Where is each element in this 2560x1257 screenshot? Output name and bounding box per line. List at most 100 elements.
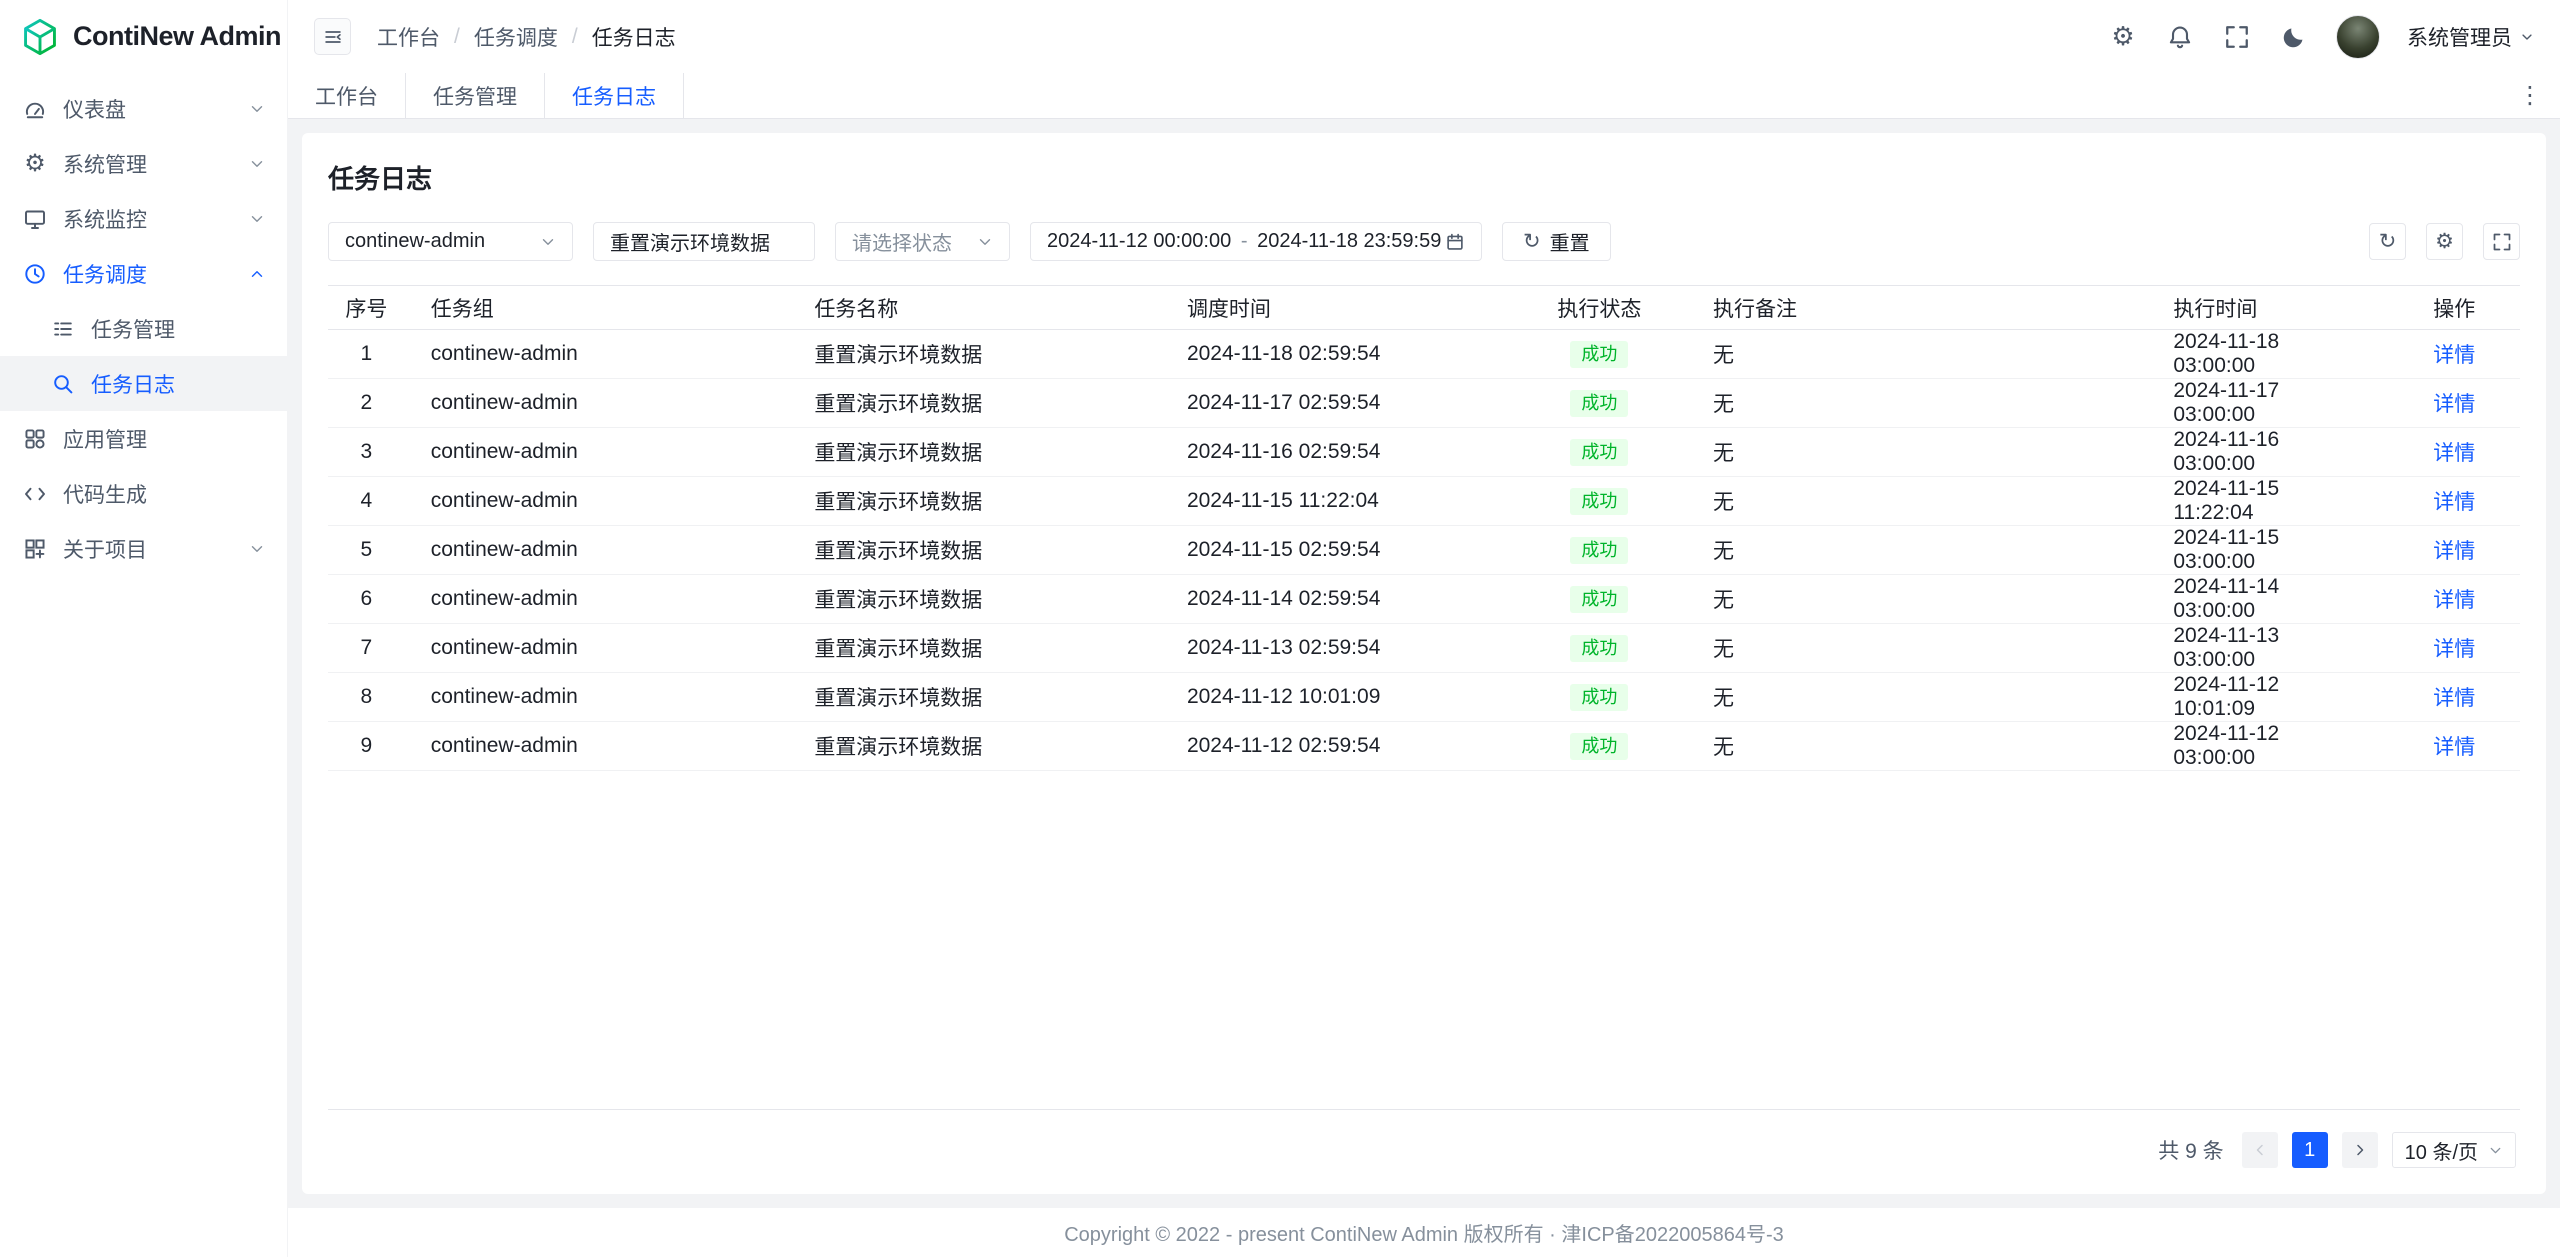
date-range-picker[interactable]: 2024-11-12 00:00:00 - 2024-11-18 23:59:5…	[1030, 222, 1482, 261]
status-badge: 成功	[1570, 537, 1628, 564]
column-header: 任务组	[405, 286, 789, 330]
breadcrumb: 工作台 / 任务调度 / 任务日志	[377, 22, 676, 52]
cell-schedule-time: 2024-11-13 02:59:54	[1161, 624, 1512, 673]
detail-link[interactable]: 详情	[2433, 393, 2475, 416]
chevron-down-icon	[2488, 1143, 2503, 1158]
detail-link[interactable]: 详情	[2433, 736, 2475, 759]
next-page-button[interactable]	[2342, 1132, 2378, 1168]
detail-link[interactable]: 详情	[2433, 638, 2475, 661]
sidebar: ContiNew Admin 仪表盘 ⚙ 系统管理 系统监控	[0, 0, 288, 1257]
cell-action: 详情	[2388, 477, 2520, 526]
tab-workplace[interactable]: 工作台	[288, 73, 406, 118]
table-row: 3 continew-admin 重置演示环境数据 2024-11-16 02:…	[328, 428, 2520, 477]
notification-bell-icon[interactable]	[2165, 22, 2195, 52]
breadcrumb-item[interactable]: 任务调度	[474, 22, 558, 52]
table-body: 1 continew-admin 重置演示环境数据 2024-11-18 02:…	[328, 330, 2520, 771]
cell-name: 重置演示环境数据	[788, 379, 1161, 428]
sidebar-item-label: 系统管理	[63, 149, 234, 179]
cell-action: 详情	[2388, 722, 2520, 771]
refresh-icon: ↻	[1523, 231, 1541, 252]
status-select[interactable]: 请选择状态	[835, 222, 1010, 261]
tab-label: 任务日志	[572, 81, 656, 111]
sidebar-item-task-schedule[interactable]: 任务调度	[0, 246, 287, 301]
tab-task-log[interactable]: 任务日志	[545, 73, 684, 118]
page-number-button[interactable]: 1	[2292, 1132, 2328, 1168]
cell-schedule-time: 2024-11-16 02:59:54	[1161, 428, 1512, 477]
main-area: 工作台 / 任务调度 / 任务日志 ⚙ 系统管理员	[288, 0, 2560, 1257]
table-row: 6 continew-admin 重置演示环境数据 2024-11-14 02:…	[328, 575, 2520, 624]
sidebar-item-label: 任务管理	[91, 314, 265, 344]
column-header: 执行时间	[2147, 286, 2388, 330]
tab-task-management[interactable]: 任务管理	[406, 73, 545, 118]
fullscreen-icon[interactable]	[2222, 22, 2252, 52]
cell-remark: 无	[1687, 624, 2147, 673]
detail-link[interactable]: 详情	[2433, 344, 2475, 367]
status-badge: 成功	[1570, 341, 1628, 368]
reset-button[interactable]: ↻ 重置	[1502, 222, 1611, 261]
cell-status: 成功	[1512, 624, 1687, 673]
footer: Copyright © 2022 - present ContiNew Admi…	[288, 1208, 2560, 1257]
table-row: 9 continew-admin 重置演示环境数据 2024-11-12 02:…	[328, 722, 2520, 771]
detail-link[interactable]: 详情	[2433, 687, 2475, 710]
sidebar-item-system-monitor[interactable]: 系统监控	[0, 191, 287, 246]
sidebar-collapse-button[interactable]	[314, 18, 351, 55]
chevron-down-icon	[2520, 30, 2534, 44]
cell-action: 详情	[2388, 330, 2520, 379]
cell-status: 成功	[1512, 477, 1687, 526]
sidebar-item-system-management[interactable]: ⚙ 系统管理	[0, 136, 287, 191]
cell-group: continew-admin	[405, 722, 789, 771]
task-group-value: continew-admin	[345, 230, 485, 253]
detail-link[interactable]: 详情	[2433, 540, 2475, 563]
sidebar-item-task-log[interactable]: 任务日志	[0, 356, 287, 411]
column-header: 序号	[328, 286, 405, 330]
sidebar-item-dashboard[interactable]: 仪表盘	[0, 81, 287, 136]
dark-mode-moon-icon[interactable]	[2279, 22, 2309, 52]
cell-action: 详情	[2388, 526, 2520, 575]
cell-remark: 无	[1687, 526, 2147, 575]
cell-schedule-time: 2024-11-15 02:59:54	[1161, 526, 1512, 575]
cell-index: 8	[328, 673, 405, 722]
code-icon	[22, 481, 48, 507]
table-fullscreen-button[interactable]	[2483, 223, 2520, 260]
page-size-select[interactable]: 10 条/页	[2392, 1132, 2516, 1168]
cell-action: 详情	[2388, 379, 2520, 428]
tab-more-icon[interactable]: ⋮	[2500, 73, 2560, 118]
date-separator: -	[1235, 230, 1254, 253]
breadcrumb-item[interactable]: 工作台	[377, 22, 440, 52]
topbar-actions: ⚙ 系统管理员	[2108, 15, 2534, 59]
cell-group: continew-admin	[405, 526, 789, 575]
app-title: ContiNew Admin	[73, 21, 281, 52]
task-group-select[interactable]: continew-admin	[328, 222, 573, 261]
sidebar-item-about-project[interactable]: 关于项目	[0, 521, 287, 576]
cell-group: continew-admin	[405, 330, 789, 379]
detail-link[interactable]: 详情	[2433, 442, 2475, 465]
status-badge: 成功	[1570, 733, 1628, 760]
refresh-table-button[interactable]: ↻	[2369, 223, 2406, 260]
sidebar-item-code-generation[interactable]: 代码生成	[0, 466, 287, 521]
settings-gear-icon[interactable]: ⚙	[2108, 22, 2138, 52]
logo[interactable]: ContiNew Admin	[0, 0, 287, 73]
user-avatar[interactable]	[2336, 15, 2380, 59]
cell-exec-time: 2024-11-15 11:22:04	[2147, 477, 2388, 526]
detail-link[interactable]: 详情	[2433, 589, 2475, 612]
cell-remark: 无	[1687, 673, 2147, 722]
column-settings-button[interactable]: ⚙	[2426, 223, 2463, 260]
cell-remark: 无	[1687, 575, 2147, 624]
task-name-input[interactable]	[593, 222, 815, 261]
user-name: 系统管理员	[2407, 22, 2512, 52]
cell-schedule-time: 2024-11-12 02:59:54	[1161, 722, 1512, 771]
cell-schedule-time: 2024-11-17 02:59:54	[1161, 379, 1512, 428]
column-header: 操作	[2388, 286, 2520, 330]
user-menu[interactable]: 系统管理员	[2407, 22, 2534, 52]
gear-icon: ⚙	[2435, 229, 2454, 254]
status-badge: 成功	[1570, 390, 1628, 417]
prev-page-button[interactable]	[2242, 1132, 2278, 1168]
sidebar-item-label: 任务调度	[63, 259, 234, 289]
sidebar-item-task-management[interactable]: 任务管理	[0, 301, 287, 356]
cell-name: 重置演示环境数据	[788, 330, 1161, 379]
detail-link[interactable]: 详情	[2433, 491, 2475, 514]
sidebar-item-label: 代码生成	[63, 479, 265, 509]
status-badge: 成功	[1570, 586, 1628, 613]
cell-status: 成功	[1512, 330, 1687, 379]
sidebar-item-app-management[interactable]: 应用管理	[0, 411, 287, 466]
